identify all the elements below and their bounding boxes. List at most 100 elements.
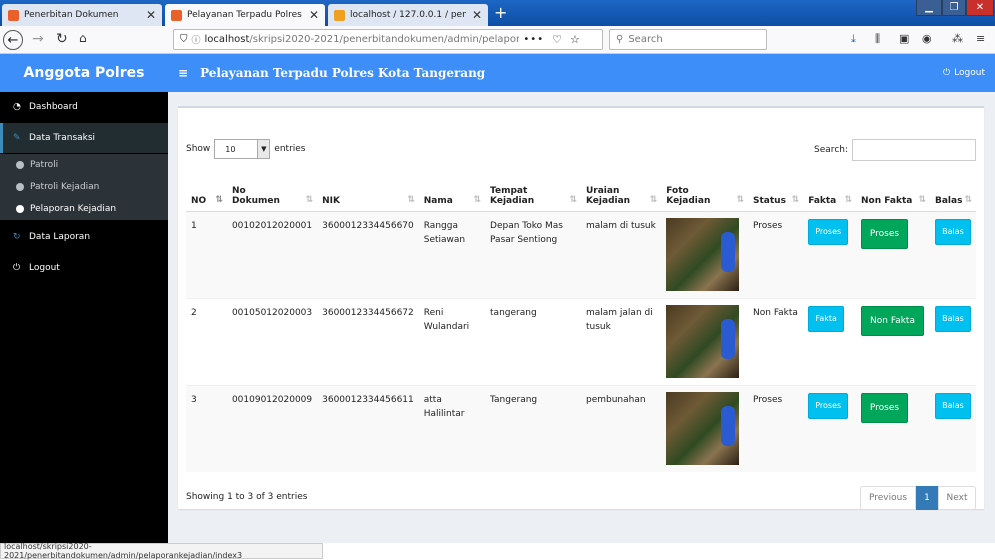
window-close-icon[interactable]: ✕: [966, 0, 994, 16]
balas-button[interactable]: Balas: [935, 305, 971, 332]
close-icon[interactable]: ✕: [146, 8, 156, 22]
new-tab-icon[interactable]: +: [494, 3, 507, 22]
table-info: Showing 1 to 3 of 3 entries: [186, 492, 308, 502]
sort-icon: ⇅: [569, 194, 577, 205]
library-icon[interactable]: ⫼: [875, 32, 880, 46]
sidebar-item-data-laporan[interactable]: ↻ Data Laporan: [0, 222, 168, 252]
non-fakta-button[interactable]: Non Fakta: [861, 305, 925, 336]
pocket-icon[interactable]: ♡: [552, 33, 562, 46]
download-icon[interactable]: ⤓: [851, 32, 856, 46]
previous-page-button[interactable]: Previous: [860, 486, 916, 510]
column-header-uraian-kejadian[interactable]: Uraian Kejadian ⇅: [580, 170, 662, 212]
circle-icon: [16, 183, 24, 191]
back-arrow-icon[interactable]: ←: [3, 30, 23, 50]
browser-tab-1[interactable]: Penerbitan Dokumen ✕: [2, 4, 162, 26]
table-row: 2 00105012020003 3600012334456672 Reni W…: [186, 297, 976, 385]
dashboard-icon: ◔: [13, 102, 21, 112]
column-header-no[interactable]: NO ⇅: [186, 170, 227, 212]
browser-status-bar: localhost/skripsi2020-2021/penerbitandok…: [0, 542, 323, 560]
sort-icon: ⇅: [791, 194, 800, 205]
balas-button[interactable]: Balas: [935, 218, 971, 245]
sort-icon: ⇅: [844, 194, 853, 205]
hamburger-icon[interactable]: ≡: [178, 66, 188, 80]
sort-asc-icon: ⇅: [215, 194, 223, 205]
table-row: 1 00102012020001 3600012334456670 Rangga…: [186, 210, 976, 298]
report-table: NO ⇅ No Dokumen ⇅ NIK ⇅ Nama ⇅ Tempat Kejadi…: [186, 170, 976, 472]
browser-nav-bar: ← → ↻ ⌂ ⛉ ⓘ localhost /skripsi2020-2021/…: [0, 26, 995, 54]
sort-icon: ⇅: [305, 194, 314, 205]
brand-logo[interactable]: Anggota Polres: [0, 54, 168, 92]
home-icon[interactable]: ⌂: [79, 31, 87, 45]
search-icon: ⚲: [616, 34, 624, 45]
column-header-non-fakta[interactable]: Non Fakta ⇅: [856, 170, 930, 212]
browser-tab-2[interactable]: Pelayanan Terpadu Polres Kota ✕: [165, 4, 325, 26]
sidebar-subitem-patroli-kejadian[interactable]: Patroli Kejadian: [0, 176, 168, 198]
sidebar-item-logout[interactable]: ⏻ Logout: [0, 253, 168, 283]
incident-photo[interactable]: [666, 217, 740, 291]
browser-tab-bar: Penerbitan Dokumen ✕ Pelayanan Terpadu P…: [0, 0, 995, 26]
sort-icon: ⇅: [964, 194, 972, 205]
sort-icon: ⇅: [736, 194, 745, 205]
search-input[interactable]: [852, 139, 976, 161]
column-header-tempat-kejadian[interactable]: Tempat Kejadian ⇅: [485, 170, 581, 212]
sidebar-subitem-patroli[interactable]: Patroli: [0, 154, 168, 176]
maximize-icon[interactable]: ❐: [942, 0, 966, 16]
column-header-fakta[interactable]: Fakta ⇅: [803, 170, 857, 212]
sort-icon: ⇅: [918, 194, 926, 205]
column-header-nik[interactable]: NIK ⇅: [317, 170, 419, 212]
next-page-button[interactable]: Next: [938, 486, 976, 510]
balas-button[interactable]: Balas: [935, 392, 971, 419]
page-actions-icon[interactable]: •••: [523, 34, 544, 45]
sidebar-toggle-icon[interactable]: ▣: [899, 32, 909, 45]
entries-length-control: Show 10 ▼ entries: [186, 139, 306, 159]
app-header: Anggota Polres ≡ Pelayanan Terpadu Polre…: [0, 54, 995, 92]
incident-photo[interactable]: [666, 304, 740, 378]
sort-icon: ⇅: [473, 194, 482, 205]
report-table-box: Show 10 ▼ entries Search: NO ⇅ No Dokumen…: [178, 106, 984, 510]
bookmark-star-icon[interactable]: ☆: [570, 33, 580, 46]
column-header-no-dokumen[interactable]: No Dokumen ⇅: [226, 170, 318, 212]
close-icon[interactable]: ✕: [309, 8, 319, 22]
non-fakta-button[interactable]: Proses: [861, 218, 909, 249]
phpmyadmin-favicon-icon: [334, 9, 345, 21]
column-header-status[interactable]: Status ⇅: [748, 170, 804, 212]
info-icon: ⓘ: [191, 36, 201, 46]
sort-icon: ⇅: [649, 194, 658, 205]
power-icon: ⏻: [943, 68, 951, 78]
pagination: Previous 1 Next: [860, 486, 976, 510]
fakta-button[interactable]: Proses: [808, 392, 849, 419]
url-bar[interactable]: ⛉ ⓘ localhost /skripsi2020-2021/penerbit…: [173, 29, 603, 50]
account-icon[interactable]: ◉: [922, 32, 932, 45]
sidebar-item-dashboard[interactable]: ◔ Dashboard: [0, 92, 168, 122]
page-1-button[interactable]: 1: [916, 486, 938, 510]
fakta-button[interactable]: Proses: [808, 218, 849, 245]
minimize-icon[interactable]: ▁: [916, 0, 942, 16]
circle-icon: [16, 205, 24, 213]
column-header-nama[interactable]: Nama ⇅: [418, 170, 486, 212]
sidebar-subitem-pelaporan-kejadian[interactable]: Pelaporan Kejadian: [0, 198, 168, 220]
edit-icon: ✎: [13, 133, 21, 143]
search-field[interactable]: ⚲ Search: [609, 29, 767, 50]
extension-icon[interactable]: ⁂: [952, 32, 963, 45]
incident-photo[interactable]: [666, 391, 740, 465]
sidebar-item-data-transaksi[interactable]: ✎ Data Transaksi: [0, 123, 168, 153]
site-favicon-icon: [8, 9, 19, 21]
shield-icon: ⛉: [180, 34, 188, 45]
forward-arrow-icon[interactable]: →: [32, 31, 44, 47]
menu-icon[interactable]: ≡: [976, 32, 985, 45]
logout-button-top[interactable]: ⏻ Logout: [943, 54, 985, 92]
entries-select[interactable]: 10 ▼: [214, 139, 271, 159]
close-icon[interactable]: ✕: [472, 8, 482, 22]
refresh-icon: ↻: [13, 232, 21, 242]
column-header-foto-kejadian[interactable]: Foto Kejadian ⇅: [661, 170, 749, 212]
circle-icon: [16, 161, 24, 169]
reload-icon[interactable]: ↻: [56, 31, 68, 47]
fakta-button[interactable]: Fakta: [808, 305, 845, 332]
site-favicon-icon: [171, 9, 182, 21]
table-row: 3 00109012020009 3600012334456611 atta H…: [186, 384, 976, 472]
non-fakta-button[interactable]: Proses: [861, 392, 909, 423]
browser-tab-3[interactable]: localhost / 127.0.0.1 / penerbit ✕: [328, 4, 488, 26]
column-header-balas[interactable]: Balas ⇅: [930, 170, 976, 212]
table-search: Search:: [814, 139, 976, 161]
main-content: Show 10 ▼ entries Search: NO ⇅ No Dokumen…: [168, 92, 995, 543]
